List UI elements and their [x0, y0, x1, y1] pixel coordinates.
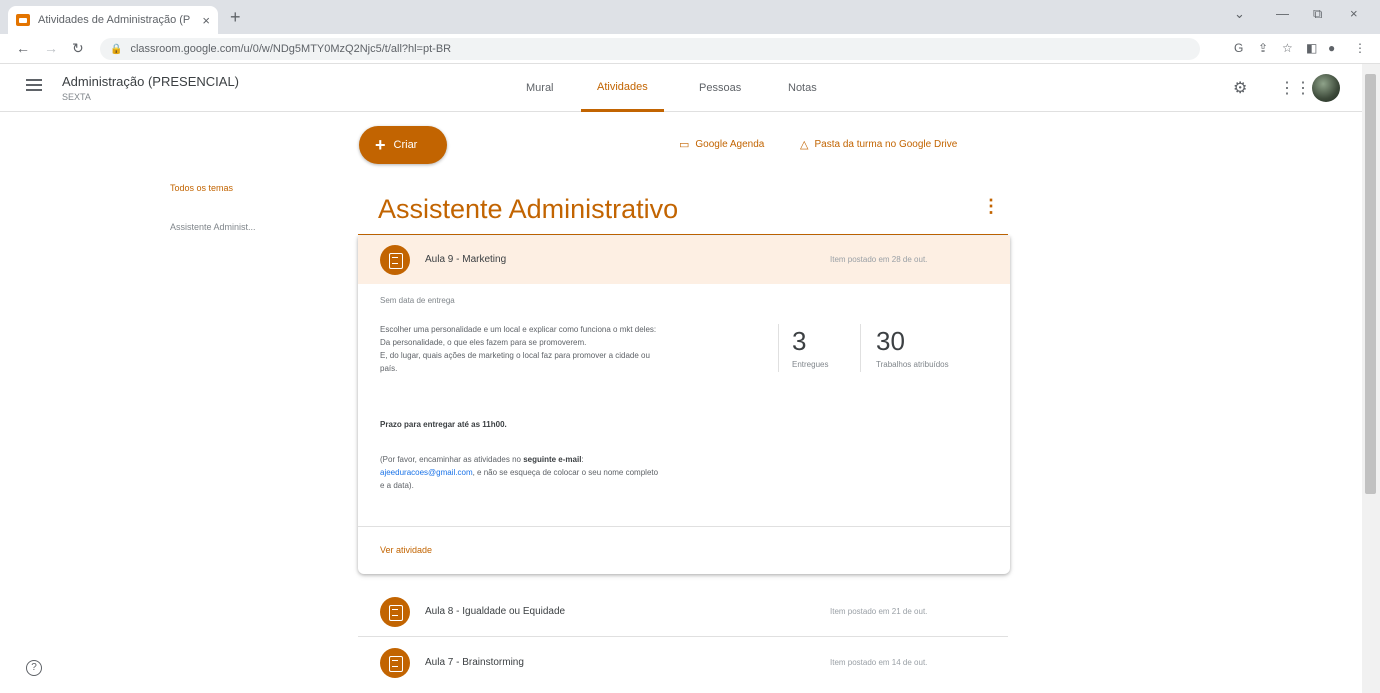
assigned-count[interactable]: 30: [876, 326, 905, 357]
topic-divider: [358, 234, 1008, 235]
reload-icon[interactable]: ↻: [72, 40, 84, 57]
class-name[interactable]: Administração (PRESENCIAL): [62, 74, 239, 89]
deadline-text: Prazo para entregar até as 11h00.: [380, 420, 507, 429]
maximize-button[interactable]: ⧉: [1313, 6, 1322, 22]
new-tab-button[interactable]: +: [230, 7, 241, 28]
close-window-button[interactable]: ×: [1350, 6, 1358, 21]
google-lens-icon[interactable]: G: [1234, 41, 1243, 55]
assignment-posted-date: Item postado em 21 de out.: [830, 607, 928, 616]
description-line: Escolher uma personalidade e um local e …: [380, 325, 657, 334]
side-panel-icon[interactable]: ◧: [1306, 41, 1317, 55]
instructions-suffix: , e não se esqueça de colocar o seu nome…: [472, 468, 659, 477]
stat-divider: [778, 324, 779, 372]
description-line: Da personalidade, o que eles fazem para …: [380, 338, 587, 347]
assignment-card-header[interactable]: Aula 9 - Marketing Item postado em 28 de…: [358, 236, 1010, 284]
drive-link-label: Pasta da turma no Google Drive: [814, 139, 958, 150]
stat-divider: [860, 324, 861, 372]
card-footer-divider: [358, 526, 1010, 527]
assigned-label: Trabalhos atribuídos: [876, 360, 949, 369]
assignment-icon: [380, 597, 410, 627]
submission-instructions: (Por favor, encaminhar as atividades no …: [380, 453, 780, 492]
settings-gear-icon[interactable]: ⚙: [1233, 78, 1247, 98]
turned-in-label: Entregues: [792, 360, 829, 369]
address-bar[interactable]: 🔒 classroom.google.com/u/0/w/NDg5MTY0MzQ…: [100, 38, 1200, 60]
drive-icon: △: [800, 139, 809, 151]
browser-tab[interactable]: Atividades de Administração (P ×: [8, 6, 218, 34]
no-due-date-text: Sem data de entrega: [380, 296, 455, 305]
description-line: país.: [380, 364, 398, 373]
tab-title: Atividades de Administração (P: [38, 14, 191, 26]
instructions-colon: :: [581, 455, 584, 464]
assignment-row[interactable]: Aula 8 - Igualdade ou Equidade Item post…: [358, 592, 1008, 636]
assignment-card-expanded: Aula 9 - Marketing Item postado em 28 de…: [358, 236, 1010, 574]
forward-icon[interactable]: →: [44, 40, 58, 56]
tab-pessoas[interactable]: Pessoas: [683, 64, 757, 112]
assignment-icon: [380, 245, 410, 275]
calendar-icon: ▭: [679, 139, 690, 151]
tab-search-icon[interactable]: ⌄: [1234, 6, 1245, 22]
create-label: Criar: [393, 139, 418, 151]
instructions-prefix: (Por favor, encaminhar as atividades no: [380, 455, 524, 464]
create-button[interactable]: + Criar: [359, 126, 447, 164]
profile-avatar-icon[interactable]: ●: [1328, 41, 1335, 55]
browser-toolbar: ← → ↻ 🔒 classroom.google.com/u/0/w/NDg5M…: [0, 34, 1380, 64]
tab-atividades[interactable]: Atividades: [581, 64, 664, 112]
back-icon[interactable]: ←: [16, 40, 30, 56]
assignment-icon: [380, 648, 410, 678]
topic-filter-item[interactable]: Assistente Administ...: [170, 222, 256, 232]
instructions-end: e a data).: [380, 481, 414, 490]
scrollbar-thumb[interactable]: [1365, 74, 1376, 494]
help-icon[interactable]: ?: [26, 660, 42, 676]
lock-icon[interactable]: 🔒: [110, 44, 122, 55]
description-line: E, do lugar, quais ações de marketing o …: [380, 351, 650, 360]
instructions-bold: seguinte e-mail: [523, 455, 582, 464]
main-menu-icon[interactable]: [26, 79, 42, 94]
bookmark-star-icon[interactable]: ☆: [1282, 41, 1293, 55]
assignment-posted-date: Item postado em 14 de out.: [830, 658, 928, 667]
share-icon[interactable]: ⇪: [1258, 41, 1268, 55]
row-divider: [358, 636, 1008, 637]
url-text: classroom.google.com/u/0/w/NDg5MTY0MzQ2N…: [130, 43, 452, 55]
email-link[interactable]: ajeeduracoes@gmail.com: [380, 468, 473, 477]
topic-filter-all[interactable]: Todos os temas: [170, 183, 233, 193]
tab-notas[interactable]: Notas: [772, 64, 833, 112]
assignment-posted-date: Item postado em 28 de out.: [830, 255, 928, 264]
assignment-title: Aula 7 - Brainstorming: [425, 657, 524, 668]
tab-close-icon[interactable]: ×: [202, 13, 210, 28]
drive-folder-link[interactable]: △ Pasta da turma no Google Drive: [800, 138, 957, 151]
assignment-description: Escolher uma personalidade e um local e …: [380, 323, 775, 375]
topic-more-options-icon[interactable]: ⋮: [982, 196, 1000, 217]
tab-mural[interactable]: Mural: [510, 64, 570, 112]
assignment-title: Aula 8 - Igualdade ou Equidade: [425, 606, 566, 617]
topic-title: Assistente Administrativo: [378, 194, 679, 224]
minimize-button[interactable]: —: [1276, 6, 1289, 21]
assignment-row[interactable]: Aula 7 - Brainstorming Item postado em 1…: [358, 643, 1008, 687]
user-avatar[interactable]: [1312, 74, 1340, 102]
browser-tabbar: Atividades de Administração (P × + ⌄ — ⧉…: [0, 0, 1380, 34]
calendar-link-label: Google Agenda: [695, 139, 765, 150]
assignment-title: Aula 9 - Marketing: [425, 254, 507, 265]
classroom-favicon-icon: [16, 14, 30, 26]
google-calendar-link[interactable]: ▭ Google Agenda: [679, 138, 764, 151]
turned-in-count[interactable]: 3: [792, 326, 806, 357]
plus-icon: +: [375, 134, 386, 155]
classroom-header: Administração (PRESENCIAL) SEXTA Mural A…: [0, 64, 1362, 112]
view-assignment-link[interactable]: Ver atividade: [380, 545, 432, 555]
chrome-menu-icon[interactable]: ⋮: [1354, 41, 1366, 55]
class-section: SEXTA: [62, 92, 91, 102]
